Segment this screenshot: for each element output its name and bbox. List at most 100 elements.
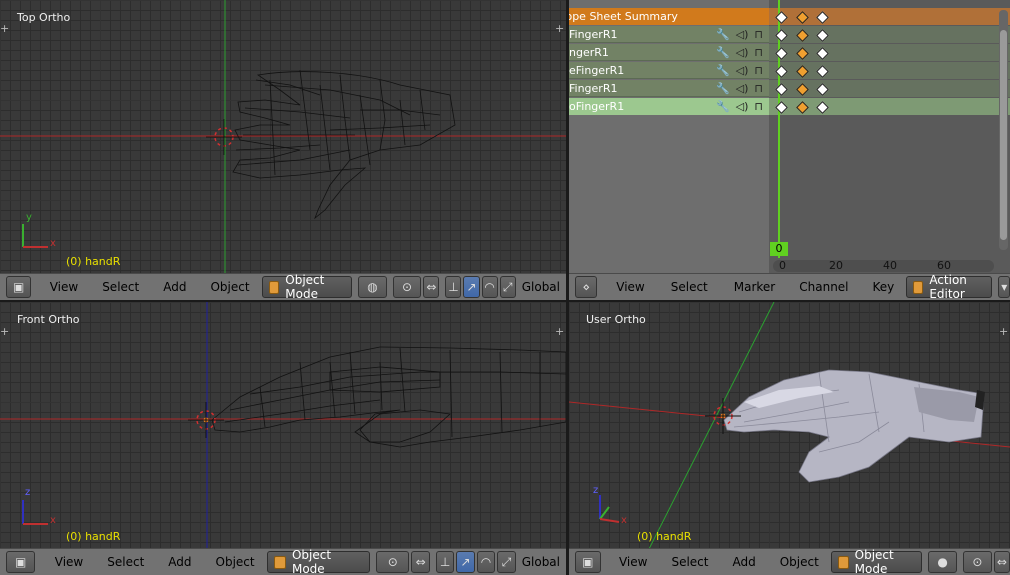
- action-browse-button[interactable]: ▾: [998, 276, 1010, 298]
- vertical-scrollbar[interactable]: [999, 10, 1008, 250]
- menu-add[interactable]: Add: [721, 555, 768, 569]
- shading-button[interactable]: ●: [928, 551, 957, 573]
- hand-wireframe: [232, 69, 456, 220]
- lock-icon[interactable]: ⊓: [754, 28, 763, 41]
- speaker-icon[interactable]: ◁): [736, 82, 749, 95]
- channel-label: FingerR1: [569, 27, 618, 41]
- area-split-handle[interactable]: +: [555, 23, 564, 34]
- pivot-button[interactable]: ⊙: [376, 551, 410, 573]
- editor-type-button[interactable]: ▣: [6, 276, 32, 298]
- wrench-icon[interactable]: 🔧: [716, 100, 730, 113]
- keyframe-area[interactable]: 0 0 20 40 60: [769, 0, 1010, 300]
- shading-button[interactable]: ◍: [358, 276, 387, 298]
- frame-ruler[interactable]: 0 20 40 60: [773, 259, 994, 272]
- rotate-button[interactable]: ◠: [476, 551, 496, 573]
- ruler-tick: 0: [779, 259, 786, 272]
- scale-icon: ⤢: [501, 554, 512, 569]
- ruler-tick: 20: [829, 259, 843, 272]
- manipulator-toggle[interactable]: ⇔: [993, 551, 1010, 573]
- view3d-header: ▣ View Select Add Object Object Mode ⊙ ⇔…: [0, 548, 566, 575]
- menu-view[interactable]: View: [38, 280, 90, 294]
- viewport-top-ortho[interactable]: Top Ortho (0) handR y x + + ▣ View Selec…: [0, 0, 566, 300]
- orientation-dropdown[interactable]: Global: [516, 280, 566, 294]
- dopesheet-summary-row[interactable]: Dope Sheet Summary: [569, 8, 769, 25]
- transform-gizmo-button[interactable]: ⊥: [445, 276, 462, 298]
- pivot-icon: ⊙: [402, 280, 413, 294]
- transform-gizmo-button[interactable]: ⊥: [435, 551, 455, 573]
- editor-type-button[interactable]: ▣: [575, 551, 601, 573]
- mode-dropdown[interactable]: Object Mode: [261, 273, 353, 300]
- editor-type-button[interactable]: ⋄: [575, 276, 598, 298]
- channel-row[interactable]: eFingerR1 🔧 ◁) ⊓: [569, 62, 769, 79]
- view3d-header: ▣ View Select Add Object Object Mode ◍ ⊙…: [0, 273, 566, 300]
- channel-row-selected[interactable]: oFingerR1 🔧 ◁) ⊓: [569, 98, 769, 115]
- area-divider-horizontal[interactable]: [0, 300, 1010, 302]
- dopesheet-icon: ⋄: [582, 280, 590, 294]
- speaker-icon[interactable]: ◁): [736, 64, 749, 77]
- speaker-icon[interactable]: ◁): [736, 28, 749, 41]
- area-split-handle[interactable]: +: [555, 326, 564, 337]
- arrow-icon: ↗: [466, 280, 477, 294]
- scrollbar-thumb[interactable]: [1000, 30, 1007, 240]
- mode-dropdown[interactable]: Object Mode: [266, 548, 371, 575]
- manipulator-toggle[interactable]: ⇔: [423, 276, 440, 298]
- area-split-handle[interactable]: +: [0, 23, 9, 34]
- viewport-label: Front Ortho: [17, 313, 80, 326]
- area-divider-vertical[interactable]: [566, 0, 569, 575]
- translate-button[interactable]: ↗: [456, 551, 475, 573]
- menu-add[interactable]: Add: [156, 555, 203, 569]
- translate-button[interactable]: ↗: [463, 276, 480, 298]
- scale-button[interactable]: ⤢: [497, 551, 516, 573]
- gizmo-icon: ⊥: [439, 555, 451, 569]
- menu-view[interactable]: View: [607, 555, 659, 569]
- chevron-down-icon: ▾: [1001, 280, 1008, 294]
- mode-dropdown[interactable]: Object Mode: [830, 548, 923, 575]
- lock-icon[interactable]: ⊓: [754, 64, 763, 77]
- scale-button[interactable]: ⤢: [499, 276, 516, 298]
- wrench-icon[interactable]: 🔧: [716, 28, 730, 41]
- channel-row[interactable]: FingerR1 🔧 ◁) ⊓: [569, 80, 769, 97]
- object-mode-icon: [837, 555, 849, 569]
- channel-list: Dope Sheet Summary FingerR1 🔧 ◁) ⊓ ngerR1 …: [569, 0, 769, 300]
- lock-icon[interactable]: ⊓: [754, 100, 763, 113]
- menu-select[interactable]: Select: [657, 280, 722, 294]
- menu-select[interactable]: Select: [90, 280, 151, 294]
- lock-icon[interactable]: ⊓: [754, 82, 763, 95]
- menu-select[interactable]: Select: [95, 555, 156, 569]
- area-split-handle[interactable]: +: [999, 326, 1008, 337]
- menu-object[interactable]: Object: [204, 555, 267, 569]
- pivot-button[interactable]: ⊙: [392, 276, 422, 298]
- wrench-icon[interactable]: 🔧: [716, 46, 730, 59]
- editor-type-button[interactable]: ▣: [6, 551, 36, 573]
- rotate-button[interactable]: ◠: [481, 276, 498, 298]
- pivot-button[interactable]: ⊙: [962, 551, 992, 573]
- editor-mode-dropdown[interactable]: Action Editor: [906, 273, 993, 300]
- sphere-icon: ●: [937, 555, 948, 569]
- orientation-dropdown[interactable]: Global: [516, 555, 566, 569]
- channel-row[interactable]: ngerR1 🔧 ◁) ⊓: [569, 44, 769, 61]
- channel-row[interactable]: FingerR1 🔧 ◁) ⊓: [569, 26, 769, 43]
- active-object-label: (0) handR: [66, 530, 121, 543]
- speaker-icon[interactable]: ◁): [736, 46, 749, 59]
- lock-icon[interactable]: ⊓: [754, 46, 763, 59]
- manipulator-toggle[interactable]: ⇔: [411, 551, 430, 573]
- menu-channel[interactable]: Channel: [787, 280, 860, 294]
- menu-view[interactable]: View: [604, 280, 656, 294]
- menu-marker[interactable]: Marker: [722, 280, 787, 294]
- menu-object[interactable]: Object: [198, 280, 261, 294]
- wrench-icon[interactable]: 🔧: [716, 82, 730, 95]
- menu-view[interactable]: View: [43, 555, 95, 569]
- menu-add[interactable]: Add: [151, 280, 198, 294]
- wrench-icon[interactable]: 🔧: [716, 64, 730, 77]
- channel-label: eFingerR1: [569, 63, 625, 77]
- channel-label: FingerR1: [569, 81, 618, 95]
- speaker-icon[interactable]: ◁): [736, 100, 749, 113]
- viewport-front-ortho[interactable]: Front Ortho (0) handR z x + + ▣ View Sel…: [0, 302, 566, 575]
- menu-key[interactable]: Key: [861, 280, 907, 294]
- dopesheet-editor[interactable]: Dope Sheet Summary FingerR1 🔧 ◁) ⊓ ngerR1 …: [569, 0, 1010, 300]
- viewport-user-ortho[interactable]: User Ortho (0) handR z x + ▣ View Select…: [569, 302, 1010, 575]
- mode-label: Object Mode: [291, 548, 332, 575]
- menu-object[interactable]: Object: [768, 555, 831, 569]
- menu-select[interactable]: Select: [659, 555, 720, 569]
- area-split-handle[interactable]: +: [0, 326, 9, 337]
